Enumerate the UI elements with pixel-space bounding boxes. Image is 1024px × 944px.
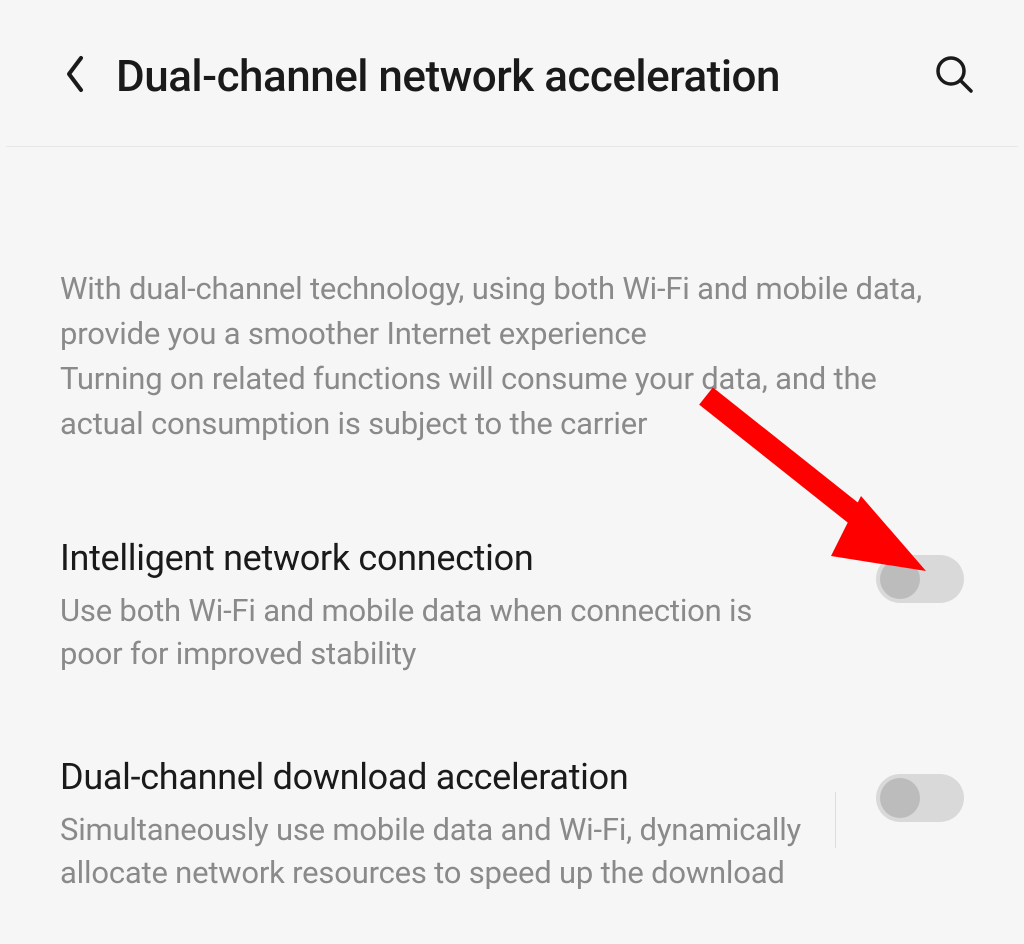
setting-text: Intelligent network connection Use both … <box>60 537 836 676</box>
chevron-left-icon <box>64 54 88 98</box>
toggle-knob <box>880 778 920 818</box>
toggle-dual-channel-download[interactable] <box>876 774 964 822</box>
back-button[interactable] <box>56 56 96 96</box>
setting-dual-channel-download[interactable]: Dual-channel download acceleration Simul… <box>60 756 964 895</box>
page-title: Dual-channel network acceleration <box>116 50 930 102</box>
divider <box>835 792 836 848</box>
intro-line-1: With dual-channel technology, using both… <box>60 270 922 352</box>
toggle-intelligent-network[interactable] <box>876 555 964 603</box>
setting-desc: Simultaneously use mobile data and Wi-Fi… <box>60 808 820 895</box>
header-bar: Dual-channel network acceleration <box>6 6 1018 147</box>
setting-title: Dual-channel download acceleration <box>60 756 836 798</box>
intro-text: With dual-channel technology, using both… <box>60 267 964 447</box>
search-button[interactable] <box>930 52 978 100</box>
intro-line-2: Turning on related functions will consum… <box>60 360 877 442</box>
setting-title: Intelligent network connection <box>60 537 836 579</box>
toggle-knob <box>880 559 920 599</box>
setting-intelligent-network[interactable]: Intelligent network connection Use both … <box>60 537 964 676</box>
search-icon <box>934 54 974 98</box>
content-area: With dual-channel technology, using both… <box>6 147 1018 894</box>
setting-desc: Use both Wi-Fi and mobile data when conn… <box>60 589 820 676</box>
setting-text: Dual-channel download acceleration Simul… <box>60 756 836 895</box>
